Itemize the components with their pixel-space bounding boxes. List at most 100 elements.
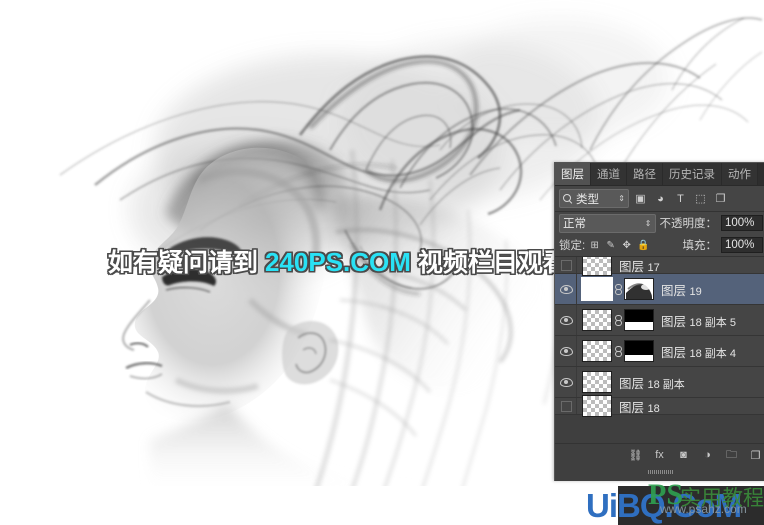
- layer-thumbnail[interactable]: [582, 340, 612, 362]
- layer-name-prefix: 图层: [661, 314, 687, 329]
- table-row[interactable]: 图层 19: [555, 274, 764, 305]
- layer-name-prefix: 图层: [619, 400, 645, 415]
- layer-visibility-toggle[interactable]: [557, 336, 577, 366]
- panel-resize-bar[interactable]: [555, 466, 764, 476]
- layer-mask-thumbnail[interactable]: [624, 309, 654, 331]
- layer-name-prefix: 图层: [661, 283, 687, 298]
- watermark-brand: 240PS.COM: [264, 247, 411, 277]
- table-row[interactable]: 图层 18: [555, 395, 764, 417]
- layer-name-prefix: 图层: [619, 259, 645, 274]
- layer-visibility-toggle[interactable]: [557, 367, 577, 397]
- tab-actions[interactable]: 动作: [722, 163, 758, 185]
- mask-link-toggle[interactable]: [612, 283, 624, 295]
- link-icon: [614, 314, 622, 326]
- layer-name[interactable]: 图层 18 副本: [619, 373, 685, 392]
- blend-mode-value: 正常: [563, 218, 586, 230]
- lock-label: 锁定:: [559, 240, 586, 252]
- layer-filter-row[interactable]: 类型 ⇕ ▣ ◕ T ⬚ ❐: [555, 186, 764, 212]
- mask-white-band: [625, 355, 653, 361]
- layer-thumbnail[interactable]: [582, 395, 612, 417]
- layer-visibility-toggle[interactable]: [557, 274, 577, 304]
- layers-panel[interactable]: 图层 通道 路径 历史记录 动作 类型 ⇕ ▣ ◕ T ⬚ ❐ 正常 ⇕ 不透明…: [554, 162, 764, 481]
- layer-mask-thumbnail[interactable]: [624, 278, 654, 300]
- link-layers-button[interactable]: ⛓: [628, 448, 643, 463]
- resize-grip-icon[interactable]: [648, 470, 674, 474]
- chevron-updown-icon[interactable]: ⇕: [618, 195, 625, 203]
- layer-thumbnail[interactable]: [582, 309, 612, 331]
- tab-layers[interactable]: 图层: [555, 163, 591, 185]
- lock-all-icon[interactable]: 🔒: [637, 240, 649, 251]
- fill-label: 填充：: [682, 240, 718, 252]
- new-layer-button[interactable]: ❐: [748, 448, 763, 463]
- new-group-button[interactable]: 🗀: [724, 448, 739, 463]
- link-icon: [614, 283, 622, 295]
- layer-name-number: 18 副本 4: [689, 347, 736, 360]
- layer-thumbnail[interactable]: [582, 257, 612, 276]
- opacity-value[interactable]: 100%: [721, 215, 763, 231]
- search-icon: [563, 193, 573, 204]
- filter-type-icon[interactable]: T: [672, 190, 689, 207]
- lock-pixels-icon[interactable]: ✎: [605, 240, 616, 251]
- layer-name-number: 17: [647, 261, 660, 274]
- tab-channels[interactable]: 通道: [591, 163, 627, 185]
- new-adjustment-layer-button[interactable]: ◑: [700, 448, 715, 463]
- mask-link-toggle[interactable]: [612, 314, 624, 326]
- opacity-label: 不透明度：: [659, 218, 718, 230]
- filter-pixel-icon[interactable]: ▣: [632, 190, 649, 207]
- table-row[interactable]: 图层 18 副本 5: [555, 305, 764, 336]
- eye-off-icon: [561, 259, 572, 271]
- mask-link-toggle[interactable]: [612, 345, 624, 357]
- eye-icon: [560, 315, 573, 325]
- fill-value[interactable]: 100%: [721, 237, 763, 253]
- layer-mask-thumbnail[interactable]: [624, 340, 654, 362]
- layers-panel-footer[interactable]: ⛓ fx ◙ ◑ 🗀 ❐: [555, 443, 764, 466]
- layer-name-number: 19: [689, 285, 702, 298]
- layer-name[interactable]: 图层 18 副本 4: [661, 342, 736, 361]
- layer-name[interactable]: 图层 18: [619, 397, 660, 416]
- tab-history[interactable]: 历史记录: [663, 163, 722, 185]
- mask-white-band: [625, 322, 653, 330]
- layer-visibility-toggle[interactable]: [557, 257, 577, 273]
- tab-paths[interactable]: 路径: [627, 163, 663, 185]
- uibq-site-logo: UiBQ.CoM: [586, 487, 742, 524]
- layer-name[interactable]: 图层 17: [619, 257, 660, 275]
- link-icon: [614, 345, 622, 357]
- eye-icon: [560, 284, 573, 294]
- filter-adjustment-icon[interactable]: ◕: [652, 190, 669, 207]
- layer-name[interactable]: 图层 18 副本 5: [661, 311, 736, 330]
- blend-mode-row[interactable]: 正常 ⇕ 不透明度： 100%: [555, 212, 764, 234]
- watermark-prefix: 如有疑问请到: [108, 249, 265, 277]
- layer-visibility-toggle[interactable]: [557, 398, 577, 414]
- table-row[interactable]: 图层 18 副本 4: [555, 336, 764, 367]
- lock-icon-group[interactable]: ⊞ ✎ ✥ 🔒: [589, 240, 650, 251]
- layer-visibility-toggle[interactable]: [557, 305, 577, 335]
- layer-list[interactable]: 图层 17 图层 19 图层 18 副本 5 图层 18 副本 4 图层 18 …: [555, 257, 764, 443]
- lock-position-icon[interactable]: ✥: [621, 240, 632, 251]
- layer-name-number: 18 副本: [647, 378, 685, 391]
- layer-thumbnail[interactable]: [581, 277, 613, 301]
- layer-style-button[interactable]: fx: [652, 448, 667, 463]
- layer-name-number: 18: [647, 402, 660, 415]
- layer-name-prefix: 图层: [619, 376, 645, 391]
- layer-name-number: 18 副本 5: [689, 316, 736, 329]
- eye-off-icon: [561, 400, 572, 412]
- layer-thumbnail[interactable]: [582, 371, 612, 393]
- mask-smoke-preview: [625, 279, 653, 299]
- lock-transparency-icon[interactable]: ⊞: [589, 240, 600, 251]
- table-row[interactable]: 图层 17: [555, 257, 764, 276]
- eye-icon: [560, 346, 573, 356]
- filter-shape-icon[interactable]: ⬚: [692, 190, 709, 207]
- panel-tab-bar[interactable]: 图层 通道 路径 历史记录 动作: [555, 163, 764, 186]
- eye-icon: [560, 377, 573, 387]
- filter-smart-object-icon[interactable]: ❐: [712, 190, 729, 207]
- table-row[interactable]: 图层 18 副本: [555, 367, 764, 398]
- filter-kind-select[interactable]: 类型 ⇕: [559, 189, 629, 208]
- chevron-updown-icon[interactable]: ⇕: [645, 219, 652, 227]
- lock-row[interactable]: 锁定: ⊞ ✎ ✥ 🔒 填充： 100%: [555, 234, 764, 257]
- add-layer-mask-button[interactable]: ◙: [676, 448, 691, 463]
- layer-name-prefix: 图层: [661, 345, 687, 360]
- filter-kind-label: 类型: [576, 193, 599, 206]
- photoshop-screenshot: 如有疑问请到 240PS.COM 视频栏目观看视频教程 UiBQ.CoM PS …: [0, 0, 764, 525]
- layer-name[interactable]: 图层 19: [661, 280, 702, 299]
- blend-mode-select[interactable]: 正常 ⇕: [559, 213, 656, 233]
